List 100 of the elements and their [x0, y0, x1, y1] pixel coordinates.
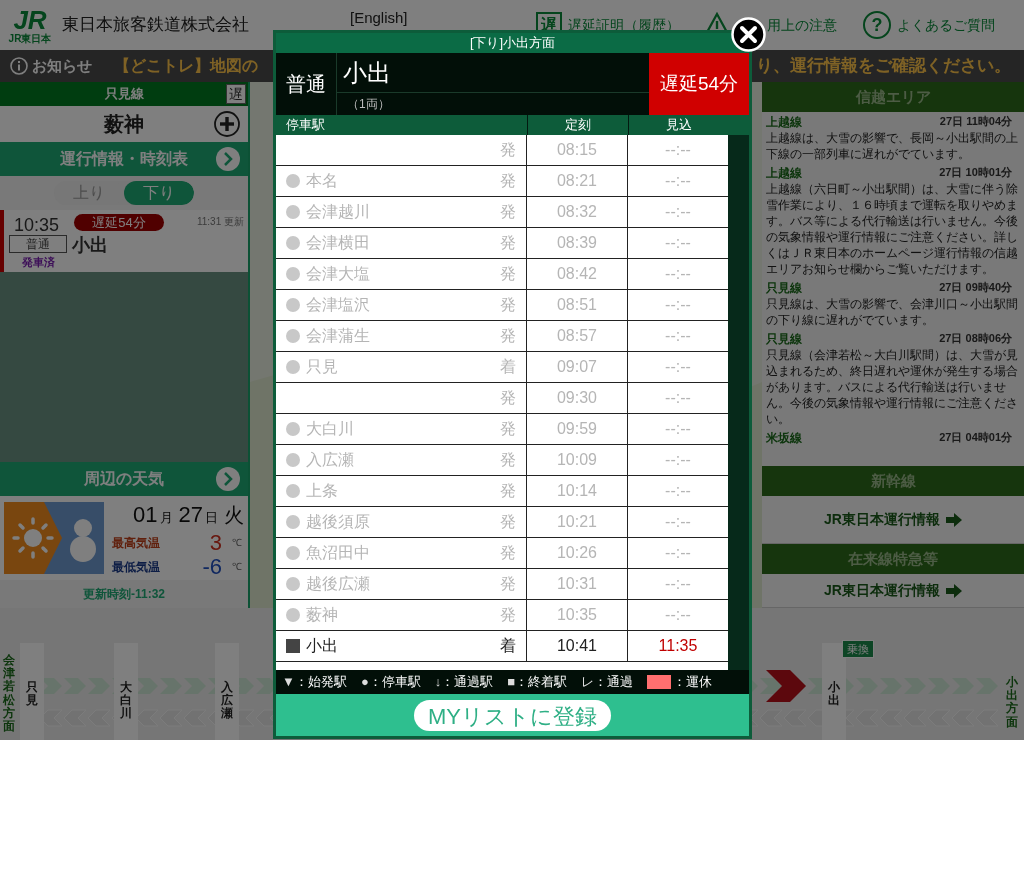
- header-link[interactable]: ? よくあるご質問: [863, 7, 1019, 43]
- english-link[interactable]: [English]: [350, 9, 536, 27]
- news-line: 只見線: [766, 330, 802, 348]
- event-label: 発: [500, 481, 516, 501]
- legend-label: ：始発駅: [294, 673, 347, 692]
- scheduled-time: 10:09: [556, 450, 597, 470]
- news-time: 27日 10時01分: [939, 165, 1012, 181]
- station-post[interactable]: 大白川: [114, 643, 138, 740]
- station-name: 越後広瀬: [306, 574, 370, 594]
- weather-link[interactable]: 周辺の天気: [0, 462, 248, 496]
- event-label: 発: [500, 450, 516, 470]
- scheduled-time: 08:57: [556, 326, 597, 346]
- destination: 小出: [343, 57, 391, 88]
- station-name: 小出: [306, 636, 338, 656]
- expected-time: --:--: [665, 264, 691, 284]
- expected-time: --:--: [665, 481, 691, 501]
- train-card[interactable]: 10:35 遅延54分 11:31 更新 普通 小出 発車済: [0, 210, 248, 272]
- expected-time: --:--: [665, 543, 691, 563]
- event-label: 発: [500, 233, 516, 253]
- scheduled-time: 09:59: [556, 419, 597, 439]
- weekday: 火: [224, 502, 244, 528]
- timetable-link[interactable]: 運行情報・時刻表: [0, 142, 248, 176]
- scheduled-time: 09:07: [556, 357, 597, 377]
- scheduled-time: 08:39: [556, 233, 597, 253]
- station-name: 会津蒲生: [306, 326, 370, 346]
- delay-badge: 遅延54分: [74, 214, 164, 231]
- expected-time: --:--: [665, 574, 691, 594]
- expected-time: --:--: [665, 326, 691, 346]
- station-name: 魚沼田中: [306, 543, 370, 563]
- legend-label: ：通過: [594, 673, 634, 692]
- low-label: 最低気温: [112, 558, 161, 576]
- expected-time: --:--: [665, 357, 691, 377]
- event-label: 発: [500, 419, 516, 439]
- column-header: 停車駅: [286, 116, 325, 135]
- celsius-unit: ℃: [232, 536, 242, 550]
- legend-label: ：停車駅: [368, 673, 421, 692]
- register-button[interactable]: MYリストに登録: [414, 699, 611, 731]
- station-name: 大白川: [306, 419, 354, 439]
- event-label: 着: [500, 357, 516, 377]
- scheduled-time: 10:41: [556, 636, 597, 656]
- car-count: （1両）: [347, 96, 390, 113]
- date-day: 27: [178, 497, 203, 531]
- date-month: 01: [133, 500, 158, 529]
- expected-time: --:--: [665, 388, 691, 408]
- delay-badge-icon: 遅: [226, 84, 246, 104]
- station-post[interactable]: 入広瀬: [215, 643, 239, 740]
- column-header: 見込: [665, 116, 692, 135]
- station-name: 会津越川: [306, 202, 370, 222]
- scheduled-time: 08:21: [556, 171, 597, 191]
- station-header: 薮神: [0, 106, 248, 142]
- expected-time: --:--: [665, 295, 691, 315]
- scheduled-time: 10:35: [556, 605, 597, 625]
- notice-text: 【どこトレ】地図の: [114, 56, 258, 76]
- station-name: 本名: [306, 171, 338, 191]
- event-label: 発: [500, 202, 516, 222]
- operation-info-link[interactable]: JR東日本運行情報: [824, 509, 962, 530]
- event-label: 発: [500, 295, 516, 315]
- scheduled-time: 08:51: [556, 295, 597, 315]
- event-label: 着: [500, 636, 516, 656]
- scheduled-time: 10:26: [556, 543, 597, 563]
- station-name: 会津横田: [306, 233, 370, 253]
- news-line: 只見線: [766, 279, 802, 297]
- direction-label: 会津若松方面: [3, 654, 15, 734]
- scheduled-time: 10:31: [556, 574, 597, 594]
- high-label: 最高気温: [112, 534, 161, 552]
- legend-symbol: ●: [360, 673, 369, 692]
- section-header: 新幹線: [762, 466, 1024, 496]
- news-text: 只見線（会津若松～大白川駅間）は、大雪が見込まれるため、終日遅れや運休が発生する場合があります。バスによる代行輸送は行いません。今後の気象情報や運行情報にご注意ください。: [766, 347, 1019, 427]
- event-label: 発: [500, 326, 516, 346]
- station-name: 上条: [306, 481, 338, 501]
- terminal-square-icon: [286, 639, 300, 653]
- train-type: 普通: [286, 72, 326, 97]
- day-unit: 日: [205, 508, 218, 527]
- event-label: 発: [500, 512, 516, 532]
- scheduled-time: 10:14: [556, 481, 597, 501]
- chevron-icon: [216, 147, 240, 171]
- direction-label: 小出方面: [1006, 676, 1018, 729]
- expected-time: --:--: [665, 512, 691, 532]
- legend-symbol: レ: [581, 673, 595, 692]
- dialog-title-bar: [下り]小出方面: [276, 33, 749, 53]
- news-time: 27日 08時06分: [939, 331, 1012, 347]
- news-line: 上越線: [766, 113, 802, 131]
- company-name: 東日本旅客鉄道株式会社: [62, 14, 250, 37]
- update-time: 11:31 更新: [196, 215, 244, 229]
- add-icon[interactable]: [214, 111, 240, 137]
- news-line: 米坂線: [766, 429, 802, 447]
- station-name: 薮神: [306, 605, 338, 625]
- scrollbar[interactable]: [728, 135, 749, 670]
- weather-update-time: 更新時刻-11:32: [83, 586, 165, 603]
- direction-tab[interactable]: 下り: [124, 181, 194, 205]
- scheduled-time: 10:21: [556, 512, 597, 532]
- arrow-icon: [945, 512, 962, 527]
- operation-info-link[interactable]: JR東日本運行情報: [824, 580, 962, 601]
- notice-label: お知らせ: [32, 55, 92, 76]
- scheduled-time: 08:32: [556, 202, 597, 222]
- station-post[interactable]: 只見: [20, 643, 44, 740]
- expected-time: --:--: [665, 202, 691, 222]
- station-post[interactable]: 小出: [822, 643, 846, 740]
- notice-text: り、運行情報をご確認ください。: [756, 55, 1011, 78]
- news-time: 27日 11時04分: [939, 114, 1012, 130]
